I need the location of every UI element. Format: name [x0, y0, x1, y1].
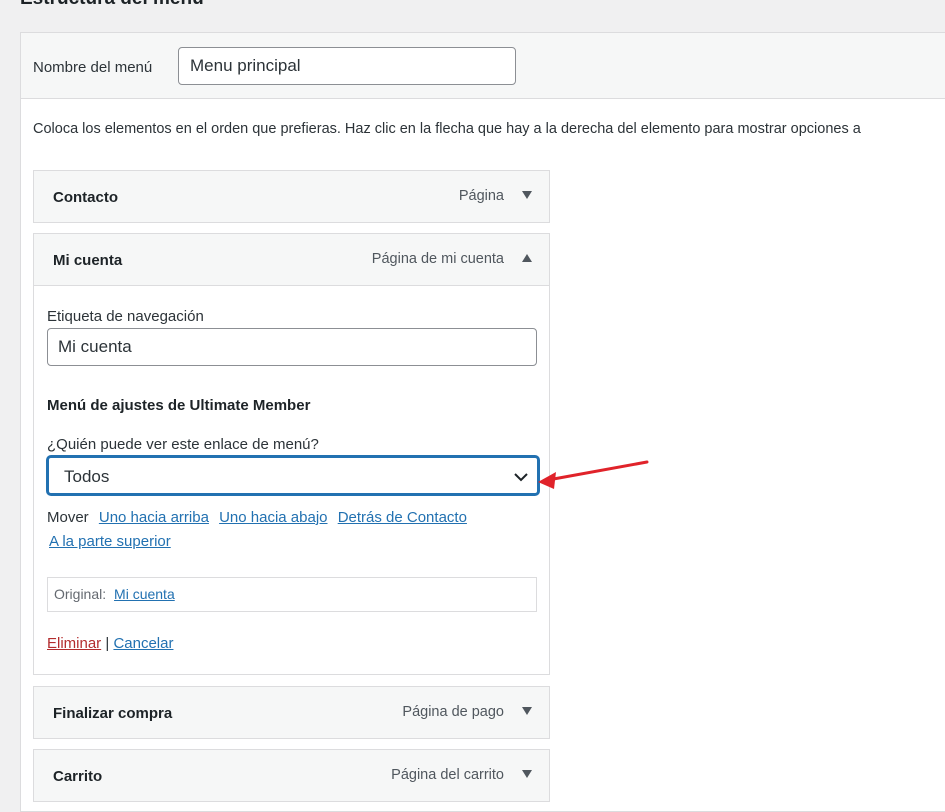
menu-item-title: Carrito	[53, 768, 103, 785]
menu-item-settings: Etiqueta de navegación Menú de ajustes d…	[34, 285, 549, 674]
original-label: Original:	[54, 586, 107, 602]
menu-item-title: Mi cuenta	[53, 252, 123, 269]
move-under-contacto-link[interactable]: Detrás de Contacto	[338, 509, 467, 526]
nav-label-caption: Etiqueta de navegación	[47, 308, 204, 325]
triangle-down-icon[interactable]	[521, 706, 535, 718]
action-separator: |	[105, 635, 110, 652]
menu-item-bar[interactable]: Contacto Página	[34, 171, 549, 222]
um-settings-title: Menú de ajustes de Ultimate Member	[47, 397, 311, 414]
original-link[interactable]: Mi cuenta	[114, 586, 175, 602]
item-actions: Eliminar | Cancelar	[47, 635, 173, 652]
menu-item-type: Página	[458, 188, 504, 204]
menu-instructions: Coloca los elementos en el orden que pre…	[33, 121, 861, 137]
move-row: Mover Uno hacia arriba Uno hacia abajo D…	[47, 509, 473, 526]
menu-item-bar[interactable]: Finalizar compra Página de pago	[34, 687, 549, 738]
menu-item-finalizar-compra: Finalizar compra Página de pago	[33, 686, 550, 739]
menu-item-bar[interactable]: Carrito Página del carrito	[34, 750, 549, 801]
nav-label-input[interactable]	[47, 328, 537, 366]
move-to-top-link[interactable]: A la parte superior	[49, 533, 171, 550]
triangle-down-icon[interactable]	[521, 190, 535, 202]
menu-item-carrito: Carrito Página del carrito	[33, 749, 550, 802]
triangle-up-icon[interactable]	[521, 253, 535, 265]
page-title: Estructura del menú	[20, 0, 204, 10]
menu-item-mi-cuenta: Mi cuenta Página de mi cuenta Etiqueta d…	[33, 233, 550, 675]
menu-name-label: Nombre del menú	[33, 59, 153, 76]
move-label: Mover	[47, 509, 89, 526]
cancel-link[interactable]: Cancelar	[113, 635, 173, 652]
original-box: Original: Mi cuenta	[47, 577, 537, 612]
menu-structure-panel: Nombre del menú Coloca los elementos en …	[20, 32, 945, 812]
chevron-down-icon	[513, 470, 529, 488]
visibility-label: ¿Quién puede ver este enlace de menú?	[47, 436, 319, 453]
menu-item-type: Página del carrito	[391, 767, 504, 783]
menu-item-bar[interactable]: Mi cuenta Página de mi cuenta	[34, 234, 549, 285]
visibility-select[interactable]: Todos	[47, 456, 539, 495]
menu-item-contacto: Contacto Página	[33, 170, 550, 223]
move-down-link[interactable]: Uno hacia abajo	[219, 509, 327, 526]
menu-item-type: Página de pago	[402, 704, 504, 720]
move-up-link[interactable]: Uno hacia arriba	[99, 509, 209, 526]
menu-item-title: Contacto	[53, 189, 118, 206]
delete-link[interactable]: Eliminar	[47, 635, 101, 652]
triangle-down-icon[interactable]	[521, 769, 535, 781]
move-row-2: A la parte superior	[49, 533, 171, 550]
menu-name-input[interactable]	[178, 47, 516, 85]
menu-item-type: Página de mi cuenta	[371, 251, 504, 267]
menu-name-header: Nombre del menú	[21, 33, 945, 99]
visibility-selected-value: Todos	[64, 467, 110, 486]
menu-item-title: Finalizar compra	[53, 705, 173, 722]
